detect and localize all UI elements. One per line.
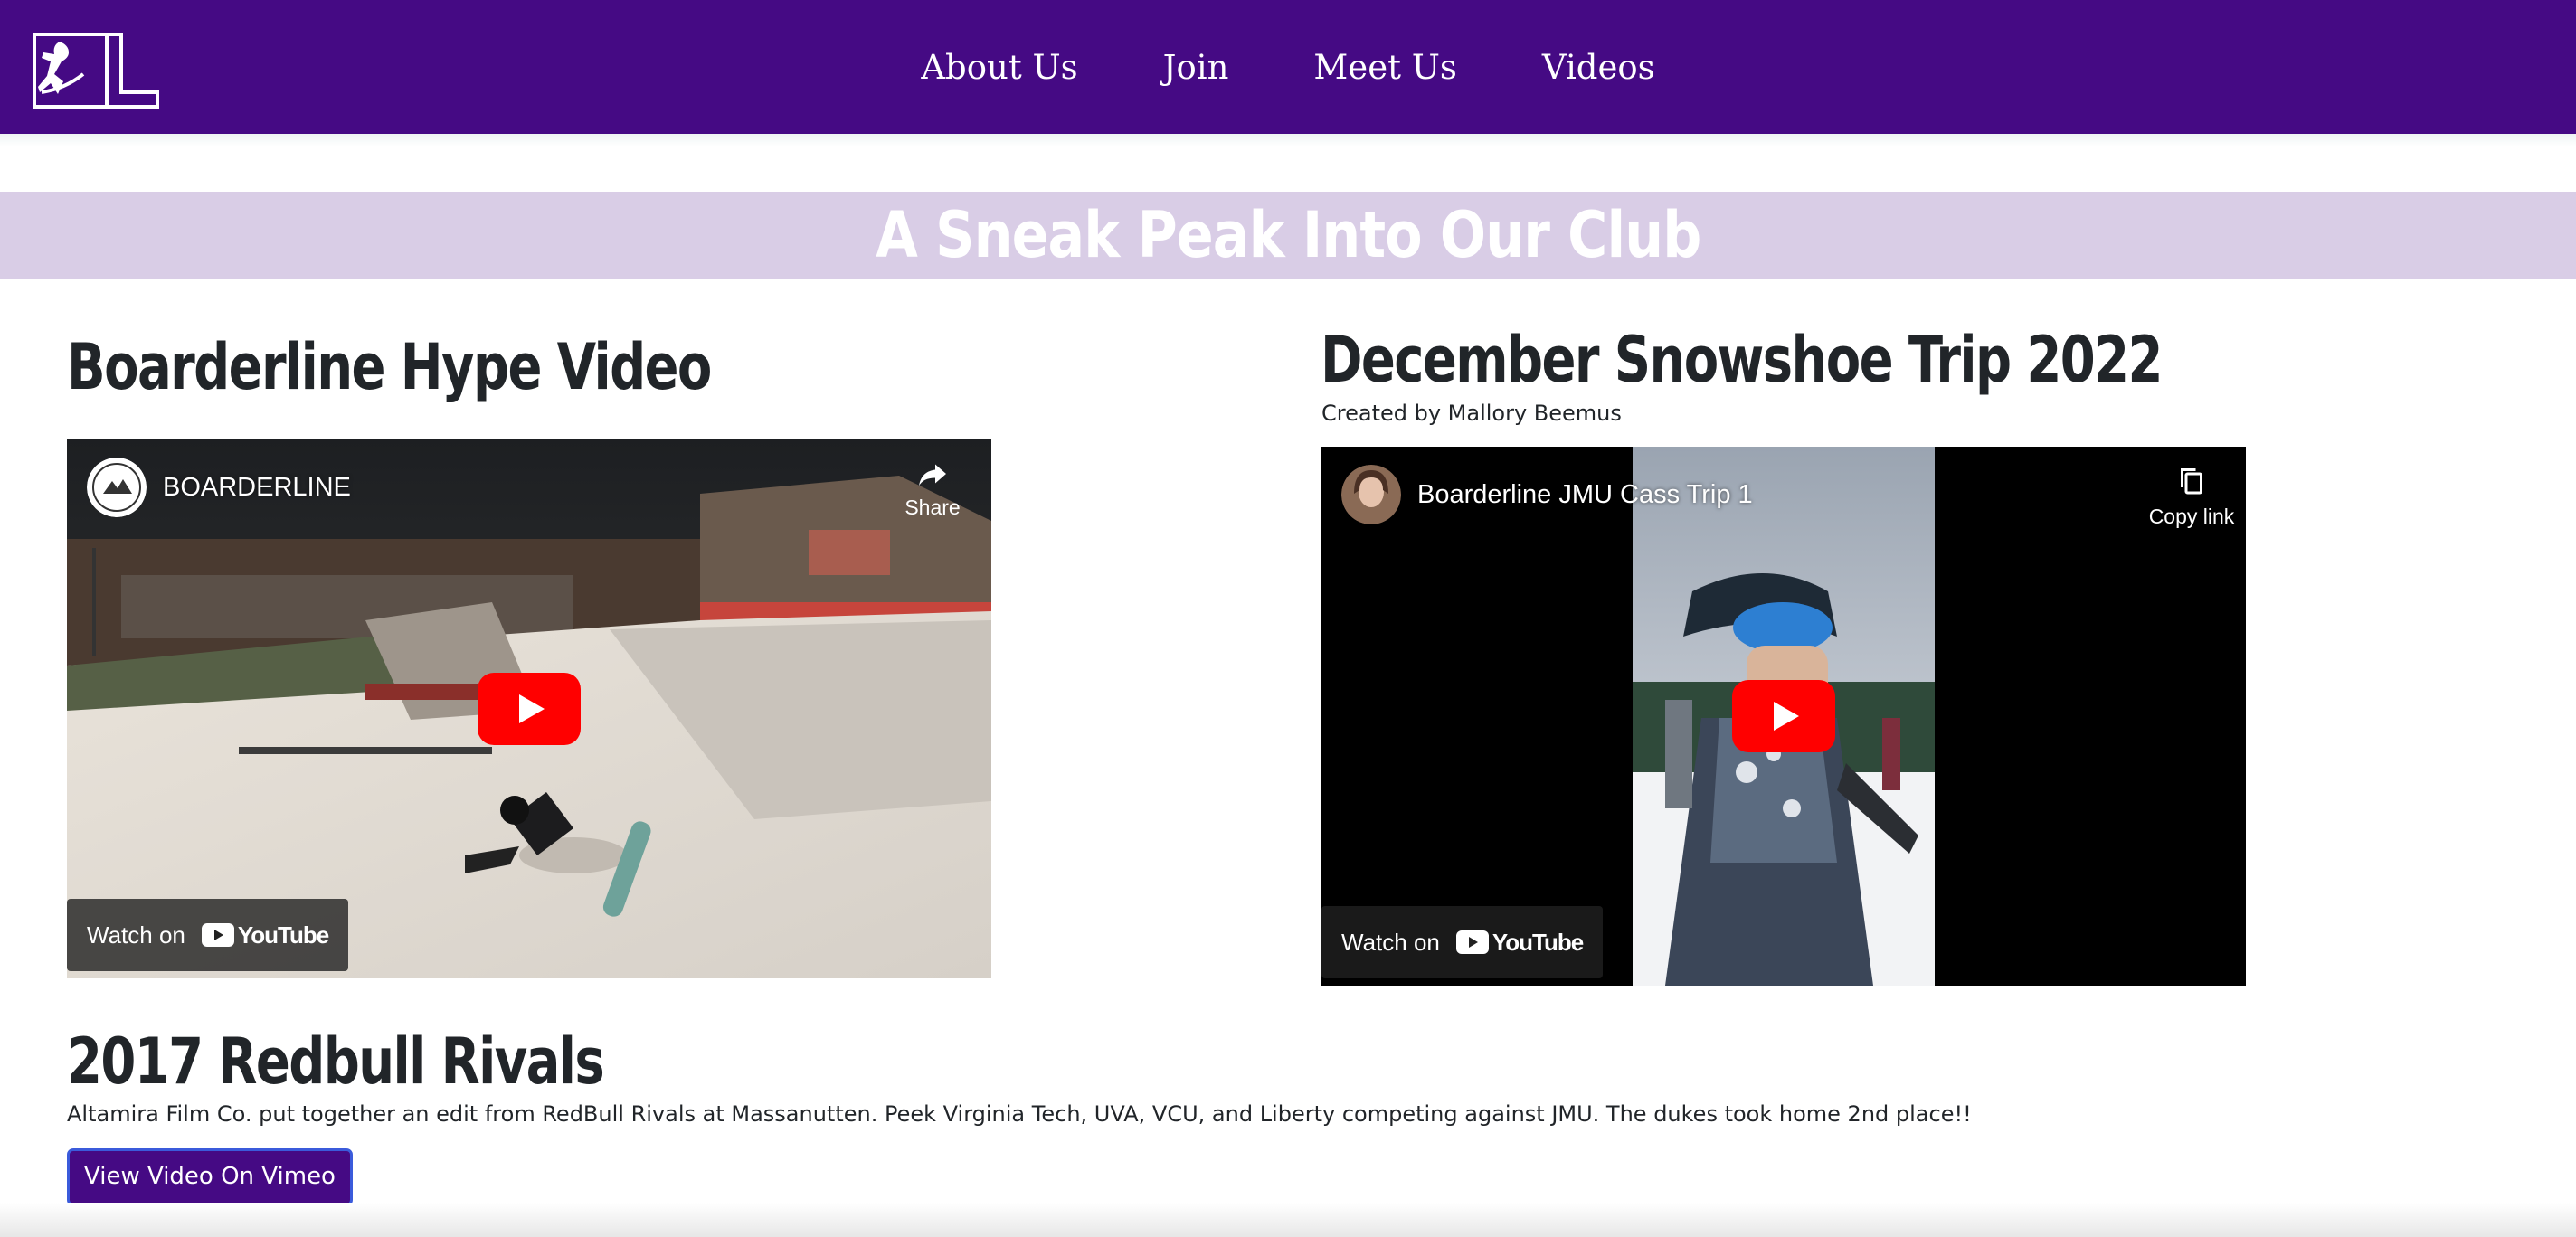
nav-link-meet-us[interactable]: Meet Us bbox=[1313, 48, 1456, 87]
youtube-wordmark: YouTube bbox=[237, 921, 329, 949]
navbar-shadow bbox=[0, 134, 2576, 146]
nav-link-about-us[interactable]: About Us bbox=[921, 48, 1077, 87]
youtube-wordmark: YouTube bbox=[1492, 928, 1584, 956]
copy-link-button[interactable]: Copy link bbox=[2146, 465, 2237, 529]
hype-video-embed[interactable]: BOARDERLINE Share Watch on YouTube bbox=[67, 439, 991, 978]
nav-link-videos[interactable]: Videos bbox=[1542, 48, 1655, 87]
copy-icon bbox=[2181, 468, 2202, 495]
snowshoe-watch-on-youtube-button[interactable]: Watch on YouTube bbox=[1321, 906, 1604, 978]
share-button[interactable]: Share bbox=[892, 458, 973, 520]
youtube-logo-icon bbox=[1455, 930, 1489, 954]
hype-video-play-icon[interactable] bbox=[478, 673, 581, 745]
youtube-logo: YouTube bbox=[201, 921, 329, 949]
snowshoe-trip-caption: Created by Mallory Beemus bbox=[1321, 401, 1622, 426]
watch-on-label: Watch on bbox=[87, 921, 185, 949]
nav-links: About Us Join Meet Us Videos bbox=[0, 0, 2576, 134]
hype-video-channel-name[interactable]: BOARDERLINE bbox=[163, 473, 351, 503]
page-banner: A Sneak Peak Into Our Club bbox=[0, 192, 2576, 279]
watch-on-label: Watch on bbox=[1341, 928, 1440, 956]
footer-shadow bbox=[0, 1203, 2576, 1237]
channel-avatar-icon[interactable] bbox=[1341, 465, 1401, 524]
snowshoe-trip-heading: December Snowshoe Trip 2022 bbox=[1321, 323, 2163, 397]
nav-link-join[interactable]: Join bbox=[1163, 48, 1229, 87]
share-label: Share bbox=[904, 496, 961, 519]
view-video-on-vimeo-button[interactable]: View Video On Vimeo bbox=[67, 1148, 353, 1206]
redbull-rivals-heading: 2017 Redbull Rivals bbox=[67, 1025, 605, 1099]
redbull-rivals-description: Altamira Film Co. put together an edit f… bbox=[67, 1101, 1972, 1127]
youtube-logo-icon bbox=[201, 923, 234, 947]
hype-video-heading: Boarderline Hype Video bbox=[67, 330, 712, 404]
hype-watch-on-youtube-button[interactable]: Watch on YouTube bbox=[67, 899, 349, 971]
snowshoe-video-title[interactable]: Boarderline JMU Cass Trip 1 bbox=[1417, 480, 1753, 510]
page-title: A Sneak Peak Into Our Club bbox=[875, 198, 1701, 272]
snowshoe-video-play-icon[interactable] bbox=[1732, 680, 1835, 752]
copy-link-label: Copy link bbox=[2148, 505, 2235, 528]
boarderline-channel-avatar-icon[interactable] bbox=[87, 458, 147, 517]
navbar: About Us Join Meet Us Videos bbox=[0, 0, 2576, 134]
youtube-logo: YouTube bbox=[1455, 928, 1584, 957]
share-icon bbox=[919, 464, 946, 486]
snowshoe-video-embed[interactable]: Boarderline JMU Cass Trip 1 Copy link Wa… bbox=[1321, 447, 2246, 986]
